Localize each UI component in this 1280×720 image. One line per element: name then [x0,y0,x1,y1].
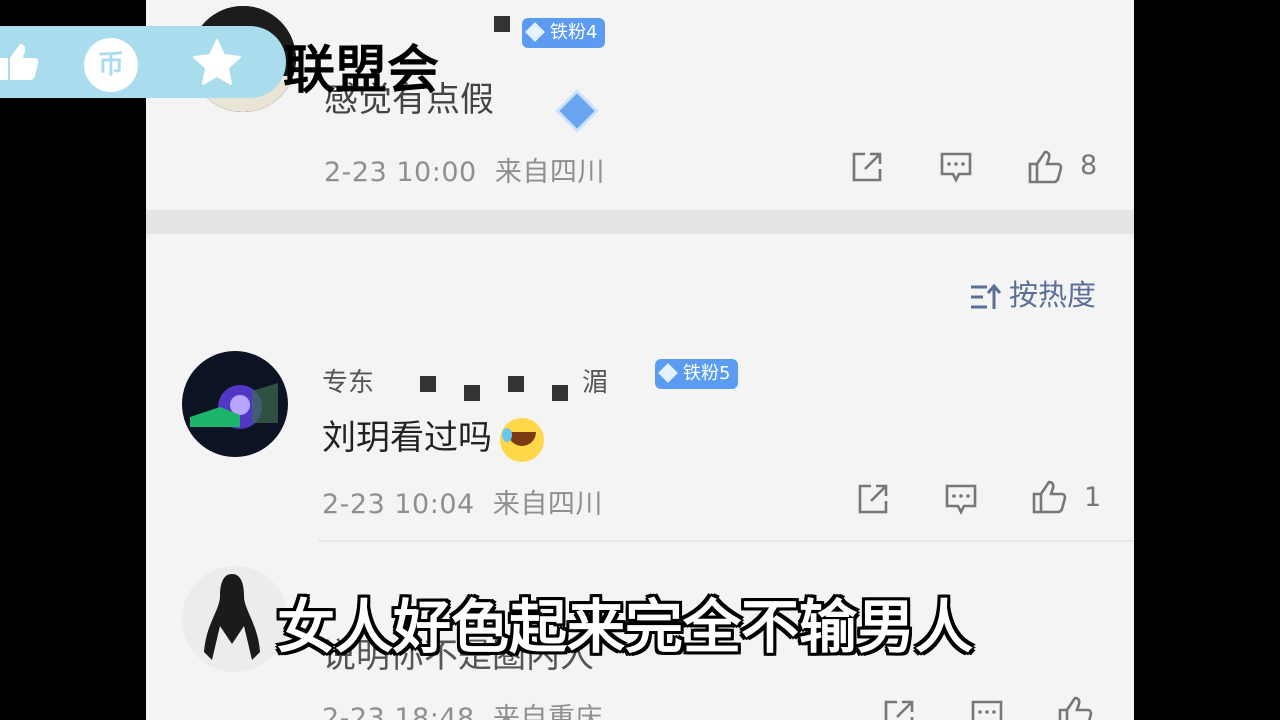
video-subtitle: 女人好色起来完全不输男人 [277,593,974,661]
like-icon[interactable] [1030,478,1068,516]
comment-location: 来自四川 [492,489,603,520]
like-icon[interactable] [1026,148,1064,186]
username-mosaic [552,385,569,401]
username-end: 湄 [582,368,609,398]
comment-text: 刘玥看过吗 [322,410,544,462]
diamond-icon [525,22,545,42]
share-icon[interactable] [850,150,884,184]
comment-separator [318,540,1134,542]
username-start: 专东 [322,368,375,398]
diamond-sticker-icon [555,89,599,133]
comment-location: 来自四川 [494,157,605,188]
sort-icon [970,283,1002,309]
reply-icon[interactable] [939,150,973,184]
username-mosaic [508,375,525,392]
thumbs-up-icon[interactable] [0,40,40,84]
reply-icon[interactable] [970,698,1004,720]
like-count: 1 [1084,482,1102,513]
share-icon[interactable] [856,482,890,516]
username-mosaic [464,385,481,401]
username[interactable]: 专东 湄 [322,362,608,401]
badge-label: 铁粉4 [550,22,598,43]
comment-meta: 2-23 10:00 来自四川 [324,150,605,189]
comment-meta: 2-23 10:04 来自四川 [322,482,603,521]
laughing-crying-emoji-icon [500,417,544,462]
like-count: 8 [1080,150,1098,181]
avatar[interactable] [182,566,288,672]
comment-meta: 2-23 18:48 来自重庆 [322,696,603,720]
comment-date: 2-23 18:48 [322,703,475,720]
fan-level-badge[interactable]: 铁粉5 [655,359,739,389]
share-icon[interactable] [882,698,916,720]
comment-date: 2-23 10:04 [322,489,475,520]
section-divider [146,210,1134,234]
sort-label: 按热度 [1008,278,1096,312]
comment-location: 来自重庆 [492,703,603,720]
username-mosaic [494,16,510,32]
diamond-icon [658,363,678,383]
video-title-overlay: 联盟会 [283,41,440,101]
comment-date: 2-23 10:00 [324,157,477,188]
reply-icon[interactable] [944,482,978,516]
comment-text-body: 刘玥看过吗 [322,418,492,458]
star-icon[interactable] [190,38,244,90]
coin-icon[interactable]: 币 [84,38,138,92]
avatar[interactable] [182,351,288,457]
badge-label: 铁粉5 [683,363,731,384]
username-mosaic [420,375,437,392]
like-icon[interactable] [1056,694,1094,720]
sort-by-heat-button[interactable]: 按热度 [969,272,1096,314]
fan-level-badge[interactable]: 铁粉4 [522,18,606,48]
